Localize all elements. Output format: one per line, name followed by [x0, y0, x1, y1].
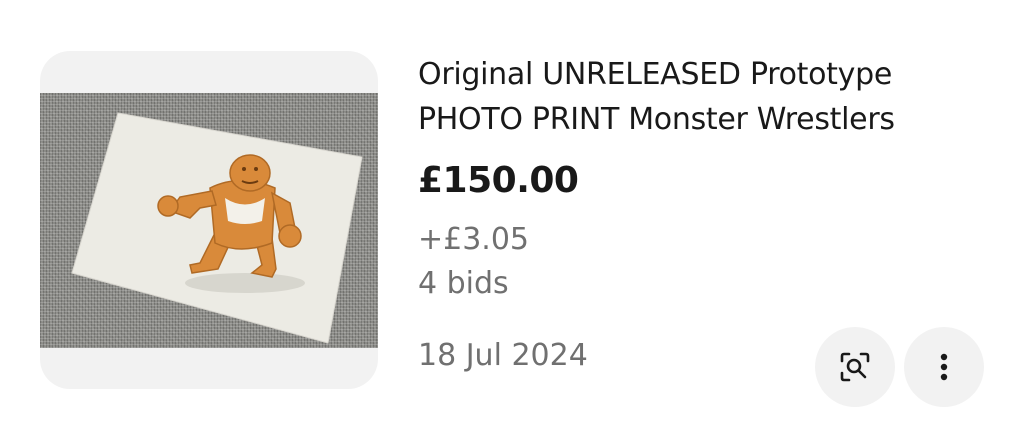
- more-vertical-icon: [940, 353, 948, 381]
- shipping-cost: +£3.05: [418, 222, 530, 257]
- visual-search-button[interactable]: [815, 327, 895, 407]
- listing-title[interactable]: Original UNRELEASED Prototype PHOTO PRIN…: [418, 52, 998, 142]
- photo-print-illustration: [71, 112, 363, 344]
- listing-date: 18 Jul 2024: [418, 338, 588, 373]
- bid-count: 4 bids: [418, 266, 509, 301]
- visual-search-icon: [840, 352, 870, 382]
- listing-thumbnail[interactable]: [40, 51, 378, 389]
- more-options-button[interactable]: [904, 327, 984, 407]
- listing-price: £150.00: [418, 160, 579, 201]
- listing-photo: [40, 93, 378, 348]
